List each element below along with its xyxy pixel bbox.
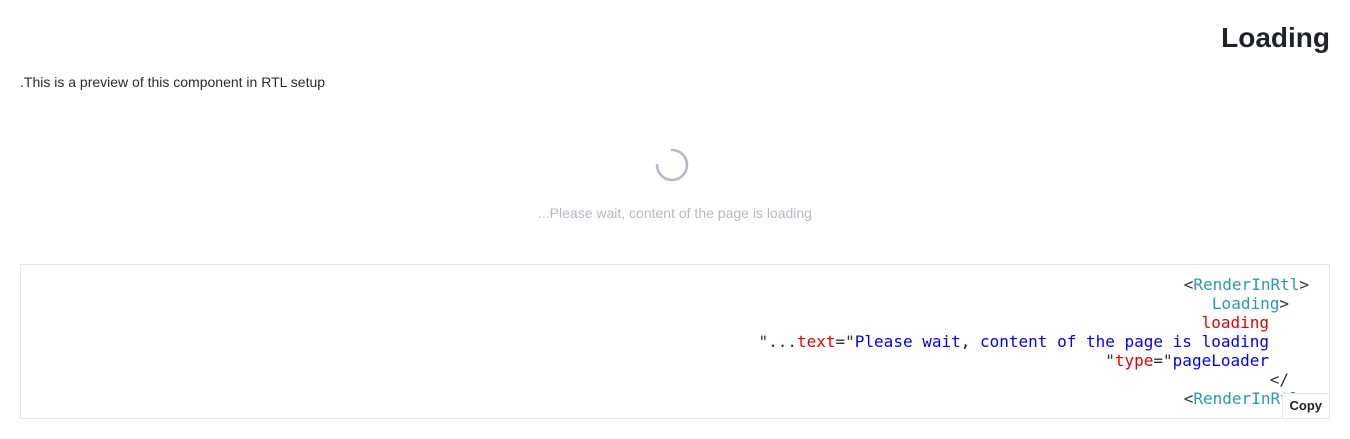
spinner-icon (655, 148, 689, 182)
code-line: </ (1270, 370, 1289, 389)
code-punct: > (1299, 275, 1309, 294)
code-line: "type="pageLoader (1105, 351, 1269, 370)
code-attr: loading (1201, 313, 1269, 332)
code-attr: text (796, 332, 836, 351)
code-tag: RenderInRtl (1193, 275, 1300, 294)
code-punct: " (1105, 351, 1115, 370)
code-string: pageLoader (1172, 351, 1269, 370)
code-string: Please wait, content of the page is load… (854, 332, 1269, 351)
loading-preview: ...Please wait, content of the page is l… (0, 145, 1350, 230)
code-punct: < (1183, 389, 1194, 408)
code-punct: =" (1153, 351, 1173, 370)
code-punct: > (1279, 294, 1289, 313)
code-line: "...text="Please wait, content of the pa… (758, 332, 1269, 351)
code-line: Loading> (1212, 294, 1289, 313)
code-block: <RenderInRtl> Loading> loading "...text=… (20, 264, 1330, 419)
code-punct: =" (835, 332, 855, 351)
code-punct: "... (758, 332, 797, 351)
code-punct: < (1183, 275, 1194, 294)
code-line: loading (1202, 313, 1269, 332)
copy-button[interactable]: Copy (1281, 393, 1329, 418)
page-title: Loading (1221, 22, 1330, 53)
code-punct: </ (1269, 370, 1289, 389)
page-description: .This is a preview of this component in … (20, 74, 326, 90)
code-line: <RenderInRtl> (1184, 275, 1309, 294)
code-tag: Loading (1211, 294, 1280, 313)
loading-text: ...Please wait, content of the page is l… (538, 205, 812, 221)
code-attr: type (1114, 351, 1154, 370)
